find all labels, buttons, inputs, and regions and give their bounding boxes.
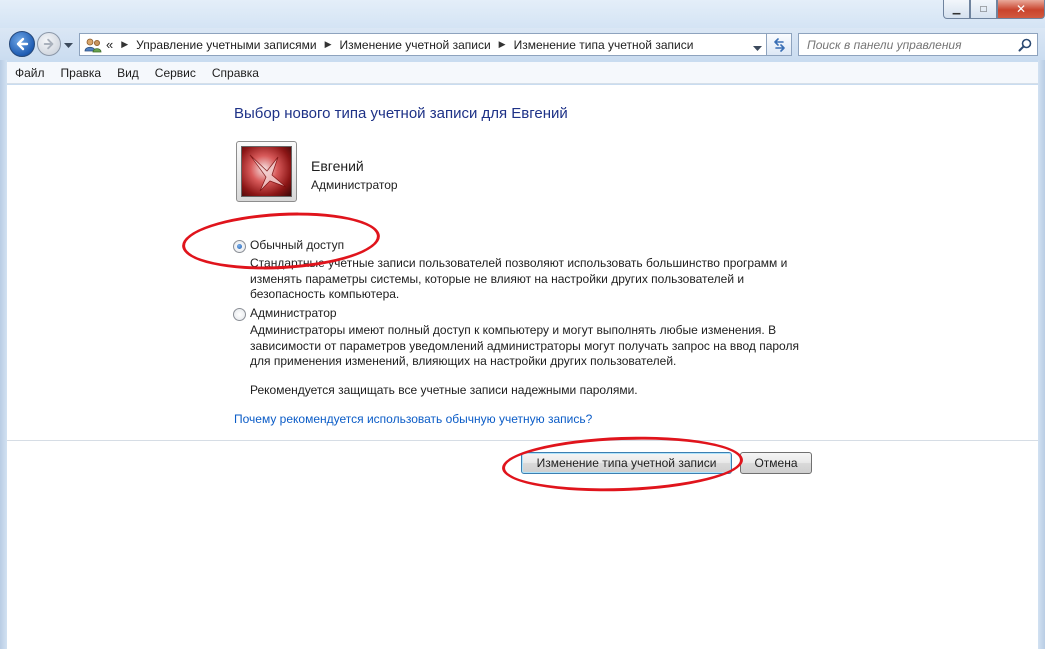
arrow-left-icon (16, 37, 29, 51)
minimize-icon: ▁ (952, 3, 961, 15)
avatar (236, 141, 297, 202)
window-frame-right (1038, 60, 1045, 649)
minimize-button[interactable]: ▁ (943, 0, 970, 19)
search-box[interactable] (798, 33, 1038, 56)
change-account-type-button[interactable]: Изменение типа учетной записи (521, 452, 732, 474)
search-icon[interactable] (1018, 38, 1032, 55)
menu-help[interactable]: Справка (204, 66, 267, 80)
menu-edit[interactable]: Правка (53, 66, 110, 80)
breadcrumb-separator-icon[interactable]: ▶ (499, 39, 506, 50)
menu-view[interactable]: Вид (109, 66, 147, 80)
search-input[interactable] (807, 37, 1007, 52)
breadcrumb-item-user-accounts[interactable]: Управление учетными записями (136, 38, 316, 52)
breadcrumb-separator-icon[interactable]: ▶ (325, 39, 332, 50)
option-administrator-label[interactable]: Администратор (250, 306, 337, 320)
option-administrator-description-line: для применения изменений, влияющих на на… (250, 354, 677, 368)
breadcrumb-overflow[interactable]: « (106, 37, 113, 52)
option-standard-description-line: изменять параметры системы, которые не в… (250, 271, 745, 286)
refresh-icon (773, 37, 785, 52)
caption-buttons: ▁ □ ✕ (943, 0, 1045, 20)
breadcrumb-separator-icon[interactable]: ▶ (121, 39, 128, 50)
origami-crane-picture (241, 146, 292, 197)
maximize-icon: □ (980, 3, 987, 15)
option-administrator-description-line: зависимости от параметров уведомлений ад… (250, 338, 799, 353)
menu-bar: Файл Правка Вид Сервис Справка (7, 62, 1038, 84)
recent-pages-dropdown[interactable] (64, 38, 73, 52)
divider (7, 440, 1038, 441)
password-recommendation: Рекомендуется защищать все учетные запис… (250, 383, 638, 397)
chevron-down-icon (64, 43, 73, 48)
radio-standard-user[interactable] (233, 240, 246, 253)
address-history-dropdown[interactable] (753, 41, 762, 55)
option-standard-label[interactable]: Обычный доступ (250, 238, 344, 252)
close-icon: ✕ (1015, 2, 1027, 16)
option-administrator-description-line: Администраторы имеют полный доступ к ком… (250, 323, 777, 337)
radio-administrator[interactable] (233, 308, 246, 321)
user-role: Администратор (311, 178, 398, 192)
content-pane: Выбор нового типа учетной записи для Евг… (7, 85, 1038, 649)
address-bar[interactable]: « ▶ Управление учетными записями ▶ Измен… (79, 33, 767, 56)
window-title-bar: ▁ □ ✕ (0, 0, 1045, 30)
maximize-button[interactable]: □ (970, 0, 997, 19)
menu-tools[interactable]: Сервис (147, 66, 204, 80)
chevron-down-icon (753, 46, 762, 51)
refresh-button[interactable] (767, 33, 792, 56)
option-standard-description-line: Стандартные учетные записи пользователей… (250, 256, 788, 270)
back-button[interactable] (9, 31, 35, 57)
help-link[interactable]: Почему рекомендуется использовать обычну… (234, 412, 592, 426)
forward-button[interactable] (37, 32, 61, 56)
option-standard-description-line: безопасность компьютера. (250, 287, 400, 301)
cancel-button[interactable]: Отмена (740, 452, 812, 474)
navigation-bar: « ▶ Управление учетными записями ▶ Измен… (0, 28, 1045, 60)
arrow-right-icon (43, 38, 54, 50)
close-button[interactable]: ✕ (997, 0, 1045, 19)
breadcrumb: « ▶ Управление учетными записями ▶ Измен… (106, 37, 693, 52)
control-panel-users-icon (84, 37, 102, 53)
menu-file[interactable]: Файл (7, 66, 53, 80)
window-frame-left (0, 60, 7, 649)
breadcrumb-item-change-account[interactable]: Изменение учетной записи (340, 38, 491, 52)
user-name: Евгений (311, 158, 364, 174)
page-title: Выбор нового типа учетной записи для Евг… (234, 105, 568, 122)
breadcrumb-item-change-account-type[interactable]: Изменение типа учетной записи (514, 38, 694, 52)
